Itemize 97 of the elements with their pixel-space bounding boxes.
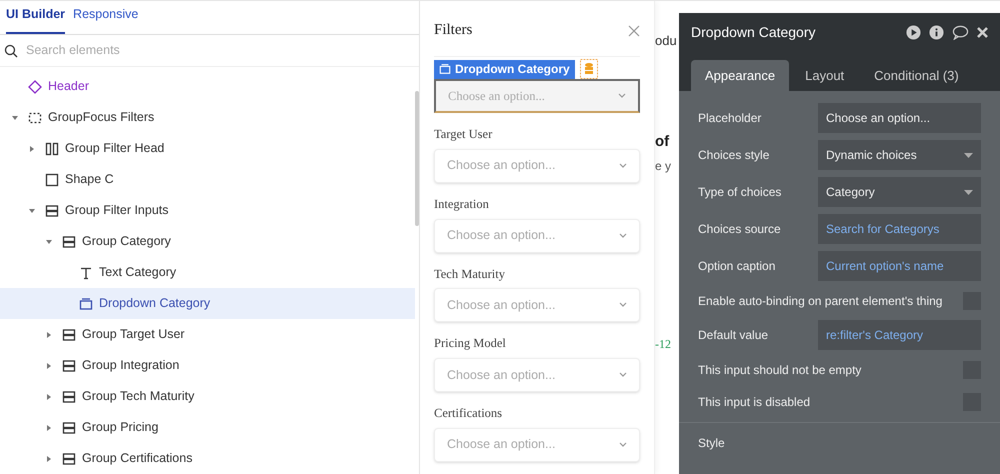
dropdown-icon xyxy=(79,296,93,310)
tree-item[interactable]: GroupFocus Filters xyxy=(0,102,415,133)
tree-item-label: Group Integration xyxy=(82,357,180,374)
tree-item[interactable]: Group Integration xyxy=(0,350,415,381)
canvas-text: of xyxy=(655,132,670,152)
diamond-icon xyxy=(28,80,42,94)
chevron-down-icon xyxy=(619,232,627,238)
property-label: Choices source xyxy=(698,221,781,238)
field-label: Pricing Model xyxy=(434,335,507,352)
square-icon xyxy=(45,172,59,186)
panel-tab[interactable]: Responsive xyxy=(73,5,138,34)
canvas-text: odu xyxy=(655,32,678,50)
editor-title: Dropdown Category xyxy=(691,22,816,42)
caret-down-icon[interactable] xyxy=(28,206,36,214)
stacked-rows-icon xyxy=(62,452,76,466)
tree-item[interactable]: Group Filter Inputs xyxy=(0,195,415,226)
caret-down-icon[interactable] xyxy=(45,238,53,246)
close-icon[interactable] xyxy=(977,26,988,38)
chevron-down-icon xyxy=(619,162,627,169)
field-label: Integration xyxy=(434,196,490,213)
tree-item-label: Text Category xyxy=(99,264,176,282)
play-icon[interactable] xyxy=(906,24,921,40)
tree-item-label: Dropdown Category xyxy=(99,295,210,312)
canvas-text: e y xyxy=(655,158,672,175)
editor-tab[interactable]: Conditional (3) xyxy=(860,60,973,91)
tree-item-label: Group Certifications xyxy=(82,450,192,468)
comment-icon[interactable] xyxy=(952,24,969,40)
property-label: Placeholder xyxy=(698,110,762,127)
tree-item[interactable]: Dropdown Category xyxy=(0,288,415,319)
chevron-down-icon xyxy=(619,372,627,378)
expression-field[interactable]: re:filter's Category xyxy=(818,320,981,350)
tree-item-label: Shape C xyxy=(65,171,114,188)
chevron-down-icon xyxy=(618,93,626,99)
tree-item[interactable]: Group Pricing xyxy=(0,412,415,443)
tree-item[interactable]: Shape C xyxy=(0,164,415,195)
stacked-rows-icon xyxy=(62,390,76,404)
search-field[interactable]: Search elements xyxy=(26,41,415,60)
panel-tab[interactable]: UI Builder xyxy=(6,5,66,34)
property-label: This input is disabled xyxy=(698,394,810,410)
tree-item-label: Group Tech Maturity xyxy=(82,388,194,406)
chevron-down-icon xyxy=(619,442,627,448)
tree-item-label: GroupFocus Filters xyxy=(48,109,154,126)
tree-item-label: Group Pricing xyxy=(82,419,158,436)
editor-tab[interactable]: Appearance xyxy=(691,60,790,91)
stacked-rows-icon xyxy=(62,358,76,372)
chevron-down-icon xyxy=(619,302,627,308)
dropdown-icon xyxy=(439,63,451,75)
property-label: This input should not be empty xyxy=(698,362,862,378)
tree-item[interactable]: Group Filter Head xyxy=(0,133,415,164)
dashed-square-icon xyxy=(28,110,42,124)
tree-item[interactable]: Header xyxy=(0,71,415,102)
caret-right-icon[interactable] xyxy=(45,362,53,370)
caret-down-icon xyxy=(964,152,973,158)
property-label: Enable auto-binding on parent element's thing xyxy=(698,292,942,310)
stacked-rows-icon xyxy=(45,204,59,218)
tree-item[interactable]: Group Tech Maturity xyxy=(0,381,415,412)
field-label: Tech Maturity xyxy=(434,266,506,283)
field-label: Certifications xyxy=(434,405,504,422)
tree-item[interactable]: Group Category xyxy=(0,226,415,257)
section-heading: Style xyxy=(698,436,725,450)
tree-item-label: Header xyxy=(48,78,89,96)
element-tag: Dropdown Category xyxy=(434,60,575,78)
editor-tab[interactable]: Layout xyxy=(791,60,858,91)
tree-item-label: Group Target User xyxy=(82,326,185,344)
property-label: Default value xyxy=(698,327,768,344)
stacked-rows-icon xyxy=(62,420,76,434)
filters-title: Filters xyxy=(434,21,472,40)
tree-item[interactable]: Group Certifications xyxy=(0,443,415,474)
text-icon xyxy=(79,266,93,280)
info-icon[interactable] xyxy=(929,24,944,40)
select-dropdown[interactable]: Dynamic choices xyxy=(818,140,981,170)
tree-item-label: Group Category xyxy=(82,233,171,250)
caret-right-icon[interactable] xyxy=(45,330,53,338)
property-label: Type of choices xyxy=(698,184,782,201)
select-dropdown[interactable]: Category xyxy=(818,177,981,207)
caret-right-icon[interactable] xyxy=(45,392,53,400)
field-label: Target User xyxy=(434,126,494,143)
expression-field[interactable]: Search for Categorys xyxy=(818,214,981,244)
canvas-text: -12 xyxy=(655,336,672,353)
property-label: Option caption xyxy=(698,258,776,275)
expression-field[interactable]: Current option's name xyxy=(818,251,981,281)
property-label: Choices style xyxy=(698,147,770,164)
tree-item-label: Group Filter Head xyxy=(65,140,164,158)
text-input[interactable]: Choose an option... xyxy=(818,103,981,133)
caret-right-icon[interactable] xyxy=(45,424,53,432)
caret-right-icon[interactable] xyxy=(45,454,53,462)
tree-item[interactable]: Text Category xyxy=(0,257,415,288)
scrollbar[interactable] xyxy=(415,91,419,226)
caret-down-icon xyxy=(964,190,973,194)
caret-down-icon[interactable] xyxy=(11,114,19,122)
caret-right-icon[interactable] xyxy=(28,144,36,152)
stacked-rows-icon xyxy=(62,234,76,248)
tree-item-label: Group Filter Inputs xyxy=(65,202,169,220)
stacked-rows-icon xyxy=(62,328,76,342)
search-icon xyxy=(4,44,18,58)
columns-icon xyxy=(45,142,59,156)
tree-item[interactable]: Group Target User xyxy=(0,319,415,350)
